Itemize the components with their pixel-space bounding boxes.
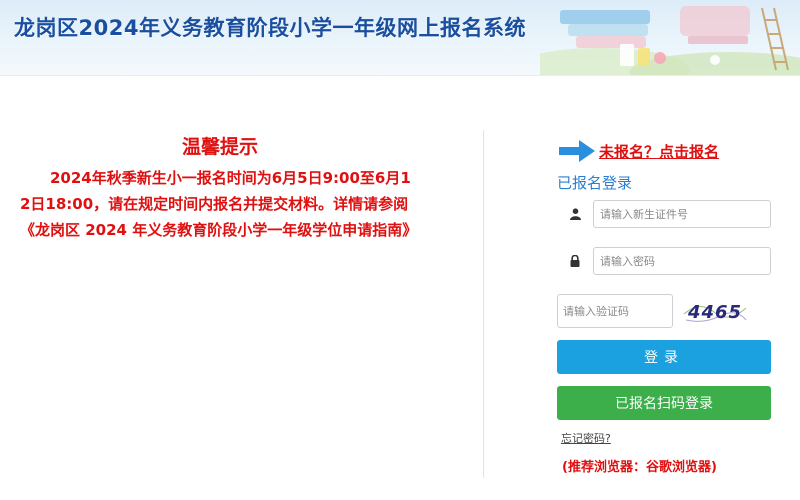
login-section-title: 已报名登录 (557, 174, 633, 192)
user-icon (557, 200, 593, 228)
browser-recommendation: (推荐浏览器：谷歌浏览器) (562, 456, 717, 475)
captcha-image[interactable]: 4465 (682, 294, 748, 328)
notice-title: 温馨提示 (181, 136, 258, 158)
lock-icon (557, 247, 593, 275)
scan-login-button[interactable]: 已报名扫码登录 (557, 386, 771, 420)
id-number-input[interactable] (593, 200, 771, 228)
password-input[interactable] (593, 247, 771, 275)
vertical-divider (483, 130, 484, 478)
page-title: 龙岗区2024年义务教育阶段小学一年级网上报名系统 (14, 16, 526, 40)
header-banner: 龙岗区2024年义务教育阶段小学一年级网上报名系统 (0, 0, 800, 76)
captcha-text: 4465 (687, 302, 742, 323)
password-field (557, 247, 771, 275)
login-button[interactable]: 登录 (557, 340, 771, 374)
banner-illustration (540, 6, 800, 75)
id-number-field (557, 200, 771, 228)
notice-panel: 温馨提示 2024年秋季新生小一报名时间为6月5日9:00至6月12日18:00… (20, 132, 420, 243)
browser-tip-close: ) (710, 460, 717, 475)
browser-tip-value: 谷歌浏览器 (645, 460, 711, 475)
register-link[interactable]: 未报名？点击报名 (599, 141, 719, 162)
register-link-row: 未报名？点击报名 (557, 136, 719, 166)
notice-body: 2024年秋季新生小一报名时间为6月5日9:00至6月12日18:00，请在规定… (20, 169, 418, 239)
forgot-password-link[interactable]: 忘记密码? (561, 430, 611, 446)
arrow-right-icon (559, 140, 595, 162)
browser-tip-label: 推荐浏览器： (567, 460, 646, 475)
captcha-input[interactable] (557, 294, 673, 328)
